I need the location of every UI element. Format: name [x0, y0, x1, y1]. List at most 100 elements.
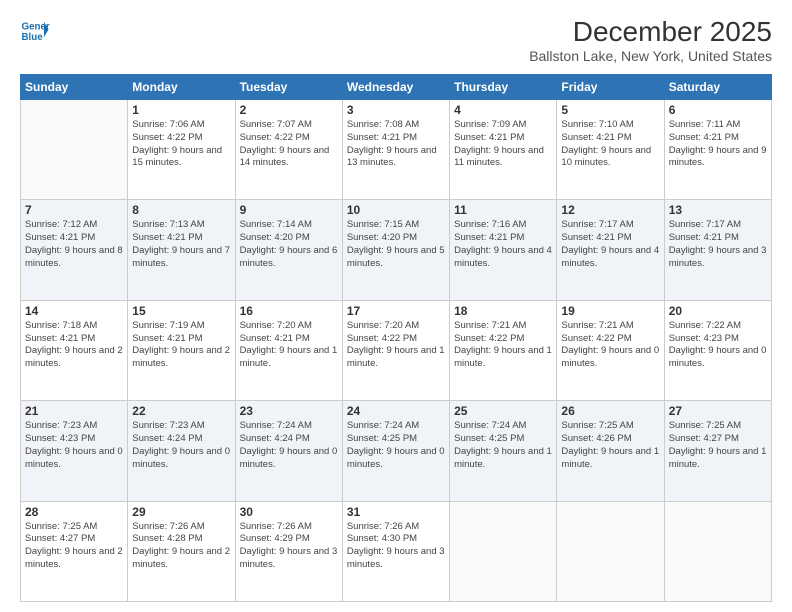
calendar-table: SundayMondayTuesdayWednesdayThursdayFrid… — [20, 74, 772, 602]
day-number: 26 — [561, 404, 659, 418]
calendar-cell: 21 Sunrise: 7:23 AMSunset: 4:23 PMDayligh… — [21, 401, 128, 501]
calendar-cell: 22Sunrise: 7:23 AMSunset: 4:24 PMDayligh… — [128, 401, 235, 501]
day-number: 21 — [25, 404, 123, 418]
day-info: Sunrise: 7:21 AMSunset: 4:22 PMDaylight:… — [561, 320, 659, 371]
calendar-cell: 7 Sunrise: 7:12 AMSunset: 4:21 PMDaylight… — [21, 200, 128, 300]
calendar-cell: 4 Sunrise: 7:09 AMSunset: 4:21 PMDaylight… — [450, 100, 557, 200]
day-number: 28 — [25, 505, 123, 519]
day-info: Sunrise: 7:12 AMSunset: 4:21 PMDaylight:… — [25, 219, 123, 270]
day-info: Sunrise: 7:18 AMSunset: 4:21 PMDaylight:… — [25, 320, 123, 371]
calendar-cell: 10Sunrise: 7:15 AMSunset: 4:20 PMDayligh… — [342, 200, 449, 300]
day-number: 23 — [240, 404, 338, 418]
day-info: Sunrise: 7:23 AMSunset: 4:23 PMDaylight:… — [25, 420, 123, 471]
day-info: Sunrise: 7:19 AMSunset: 4:21 PMDaylight:… — [132, 320, 230, 371]
day-number: 14 — [25, 304, 123, 318]
day-info: Sunrise: 7:07 AMSunset: 4:22 PMDaylight:… — [240, 119, 338, 170]
day-info: Sunrise: 7:20 AMSunset: 4:21 PMDaylight:… — [240, 320, 338, 371]
calendar-cell: 28 Sunrise: 7:25 AMSunset: 4:27 PMDayligh… — [21, 501, 128, 601]
calendar-week-row: 28 Sunrise: 7:25 AMSunset: 4:27 PMDayligh… — [21, 501, 772, 601]
weekday-header: Wednesday — [342, 75, 449, 100]
title-block: December 2025 Ballston Lake, New York, U… — [529, 16, 772, 64]
day-info: Sunrise: 7:24 AMSunset: 4:25 PMDaylight:… — [454, 420, 552, 471]
day-number: 18 — [454, 304, 552, 318]
day-info: Sunrise: 7:08 AMSunset: 4:21 PMDaylight:… — [347, 119, 445, 170]
weekday-header: Monday — [128, 75, 235, 100]
day-number: 16 — [240, 304, 338, 318]
day-info: Sunrise: 7:25 AMSunset: 4:27 PMDaylight:… — [25, 521, 123, 572]
day-info: Sunrise: 7:26 AMSunset: 4:30 PMDaylight:… — [347, 521, 445, 572]
weekday-header: Sunday — [21, 75, 128, 100]
calendar-cell: 16 Sunrise: 7:20 AMSunset: 4:21 PMDayligh… — [235, 300, 342, 400]
day-number: 5 — [561, 103, 659, 117]
day-info: Sunrise: 7:16 AMSunset: 4:21 PMDaylight:… — [454, 219, 552, 270]
calendar-cell: 8 Sunrise: 7:13 AMSunset: 4:21 PMDaylight… — [128, 200, 235, 300]
day-info: Sunrise: 7:26 AMSunset: 4:29 PMDaylight:… — [240, 521, 338, 572]
calendar-cell: 13 Sunrise: 7:17 AMSunset: 4:21 PMDayligh… — [664, 200, 771, 300]
calendar-cell: 29Sunrise: 7:26 AMSunset: 4:28 PMDayligh… — [128, 501, 235, 601]
calendar-cell — [664, 501, 771, 601]
day-number: 12 — [561, 203, 659, 217]
calendar-cell: 27Sunrise: 7:25 AMSunset: 4:27 PMDayligh… — [664, 401, 771, 501]
weekday-header: Saturday — [664, 75, 771, 100]
header: General Blue December 2025 Ballston Lake… — [20, 16, 772, 64]
calendar-cell — [21, 100, 128, 200]
calendar-cell: 11 Sunrise: 7:16 AMSunset: 4:21 PMDayligh… — [450, 200, 557, 300]
calendar-cell: 3 Sunrise: 7:08 AMSunset: 4:21 PMDaylight… — [342, 100, 449, 200]
calendar-cell: 12 Sunrise: 7:17 AMSunset: 4:21 PMDayligh… — [557, 200, 664, 300]
day-number: 25 — [454, 404, 552, 418]
day-info: Sunrise: 7:20 AMSunset: 4:22 PMDaylight:… — [347, 320, 445, 371]
day-number: 17 — [347, 304, 445, 318]
calendar-cell: 24 Sunrise: 7:24 AMSunset: 4:25 PMDayligh… — [342, 401, 449, 501]
calendar-cell — [557, 501, 664, 601]
svg-text:Blue: Blue — [22, 32, 44, 43]
day-number: 3 — [347, 103, 445, 117]
calendar-cell: 17 Sunrise: 7:20 AMSunset: 4:22 PMDayligh… — [342, 300, 449, 400]
calendar-week-row: 14 Sunrise: 7:18 AMSunset: 4:21 PMDayligh… — [21, 300, 772, 400]
calendar-cell: 18Sunrise: 7:21 AMSunset: 4:22 PMDayligh… — [450, 300, 557, 400]
calendar-cell: 25 Sunrise: 7:24 AMSunset: 4:25 PMDayligh… — [450, 401, 557, 501]
day-info: Sunrise: 7:17 AMSunset: 4:21 PMDaylight:… — [669, 219, 767, 270]
calendar-cell: 15Sunrise: 7:19 AMSunset: 4:21 PMDayligh… — [128, 300, 235, 400]
day-info: Sunrise: 7:13 AMSunset: 4:21 PMDaylight:… — [132, 219, 230, 270]
calendar-cell: 5 Sunrise: 7:10 AMSunset: 4:21 PMDaylight… — [557, 100, 664, 200]
day-number: 7 — [25, 203, 123, 217]
weekday-header: Tuesday — [235, 75, 342, 100]
calendar-cell: 23Sunrise: 7:24 AMSunset: 4:24 PMDayligh… — [235, 401, 342, 501]
day-number: 30 — [240, 505, 338, 519]
day-info: Sunrise: 7:11 AMSunset: 4:21 PMDaylight:… — [669, 119, 767, 170]
day-number: 20 — [669, 304, 767, 318]
calendar-cell: 31 Sunrise: 7:26 AMSunset: 4:30 PMDayligh… — [342, 501, 449, 601]
day-number: 8 — [132, 203, 230, 217]
main-title: December 2025 — [529, 16, 772, 48]
day-number: 11 — [454, 203, 552, 217]
calendar-cell: 2Sunrise: 7:07 AMSunset: 4:22 PMDaylight… — [235, 100, 342, 200]
calendar-cell: 20 Sunrise: 7:22 AMSunset: 4:23 PMDayligh… — [664, 300, 771, 400]
calendar-cell: 6Sunrise: 7:11 AMSunset: 4:21 PMDaylight… — [664, 100, 771, 200]
header-row: SundayMondayTuesdayWednesdayThursdayFrid… — [21, 75, 772, 100]
day-info: Sunrise: 7:10 AMSunset: 4:21 PMDaylight:… — [561, 119, 659, 170]
calendar-week-row: 1 Sunrise: 7:06 AMSunset: 4:22 PMDaylight… — [21, 100, 772, 200]
calendar-cell: 30 Sunrise: 7:26 AMSunset: 4:29 PMDayligh… — [235, 501, 342, 601]
day-number: 4 — [454, 103, 552, 117]
day-info: Sunrise: 7:22 AMSunset: 4:23 PMDaylight:… — [669, 320, 767, 371]
day-info: Sunrise: 7:25 AMSunset: 4:27 PMDaylight:… — [669, 420, 767, 471]
day-number: 29 — [132, 505, 230, 519]
day-number: 19 — [561, 304, 659, 318]
day-number: 31 — [347, 505, 445, 519]
day-number: 13 — [669, 203, 767, 217]
day-number: 1 — [132, 103, 230, 117]
day-info: Sunrise: 7:23 AMSunset: 4:24 PMDaylight:… — [132, 420, 230, 471]
day-info: Sunrise: 7:06 AMSunset: 4:22 PMDaylight:… — [132, 119, 230, 170]
day-info: Sunrise: 7:15 AMSunset: 4:20 PMDaylight:… — [347, 219, 445, 270]
subtitle: Ballston Lake, New York, United States — [529, 48, 772, 64]
day-number: 24 — [347, 404, 445, 418]
day-info: Sunrise: 7:24 AMSunset: 4:25 PMDaylight:… — [347, 420, 445, 471]
calendar-cell: 1 Sunrise: 7:06 AMSunset: 4:22 PMDaylight… — [128, 100, 235, 200]
calendar-cell: 9Sunrise: 7:14 AMSunset: 4:20 PMDaylight… — [235, 200, 342, 300]
logo: General Blue — [20, 16, 50, 46]
day-info: Sunrise: 7:17 AMSunset: 4:21 PMDaylight:… — [561, 219, 659, 270]
calendar-cell: 14 Sunrise: 7:18 AMSunset: 4:21 PMDayligh… — [21, 300, 128, 400]
calendar-week-row: 7 Sunrise: 7:12 AMSunset: 4:21 PMDaylight… — [21, 200, 772, 300]
day-info: Sunrise: 7:09 AMSunset: 4:21 PMDaylight:… — [454, 119, 552, 170]
logo-icon: General Blue — [20, 16, 50, 46]
